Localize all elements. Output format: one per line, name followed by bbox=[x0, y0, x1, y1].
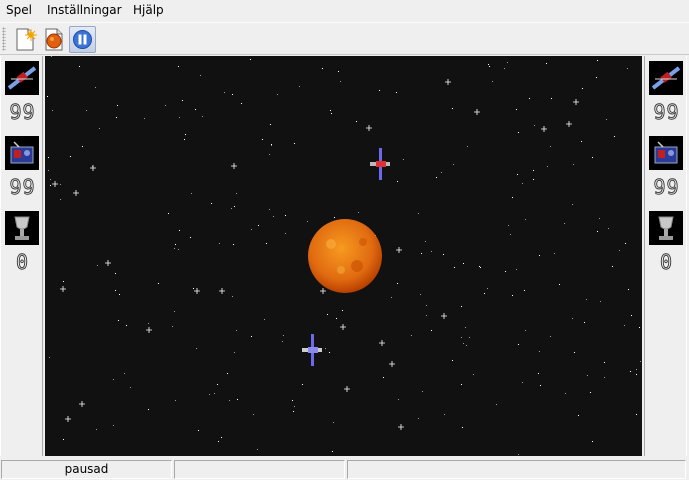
player-ship bbox=[302, 334, 322, 366]
energy-icon bbox=[5, 61, 39, 95]
enemy-ship bbox=[370, 148, 390, 180]
new-round-button[interactable] bbox=[40, 26, 67, 53]
status-field-3 bbox=[347, 460, 686, 479]
status-field-state: pausad bbox=[1, 460, 172, 479]
wins-display: 0 bbox=[15, 250, 30, 275]
mines-display: 99 bbox=[9, 175, 36, 200]
menu-installningar[interactable]: Inställningar bbox=[47, 3, 122, 17]
mines-display: 99 bbox=[653, 175, 680, 200]
status-bar: pausad bbox=[0, 459, 689, 480]
mines-icon bbox=[5, 136, 39, 170]
round-sun-document-icon bbox=[45, 28, 63, 51]
menu-bar: Spel Inställningar Hjälp bbox=[0, 0, 689, 22]
energy-icon bbox=[649, 61, 683, 95]
wins-trophy-icon bbox=[5, 211, 39, 245]
energy-display: 99 bbox=[653, 100, 680, 125]
status-field-2 bbox=[174, 460, 345, 479]
new-game-button[interactable] bbox=[11, 26, 38, 53]
pause-button[interactable] bbox=[69, 26, 96, 53]
menu-spel[interactable]: Spel bbox=[6, 3, 32, 17]
toolbar-grip[interactable] bbox=[2, 27, 6, 51]
toolbar bbox=[0, 22, 689, 55]
wins-display: 0 bbox=[659, 250, 674, 275]
right-player-panel: 99 99 0 bbox=[644, 56, 687, 456]
energy-display: 99 bbox=[9, 100, 36, 125]
mines-icon bbox=[649, 136, 683, 170]
left-player-panel: 99 99 0 bbox=[0, 56, 43, 456]
sun bbox=[308, 219, 382, 293]
game-field[interactable] bbox=[45, 56, 642, 456]
pause-icon bbox=[73, 30, 92, 49]
new-document-icon bbox=[16, 28, 37, 51]
wins-trophy-icon bbox=[649, 211, 683, 245]
menu-hjalp[interactable]: Hjälp bbox=[133, 3, 164, 17]
